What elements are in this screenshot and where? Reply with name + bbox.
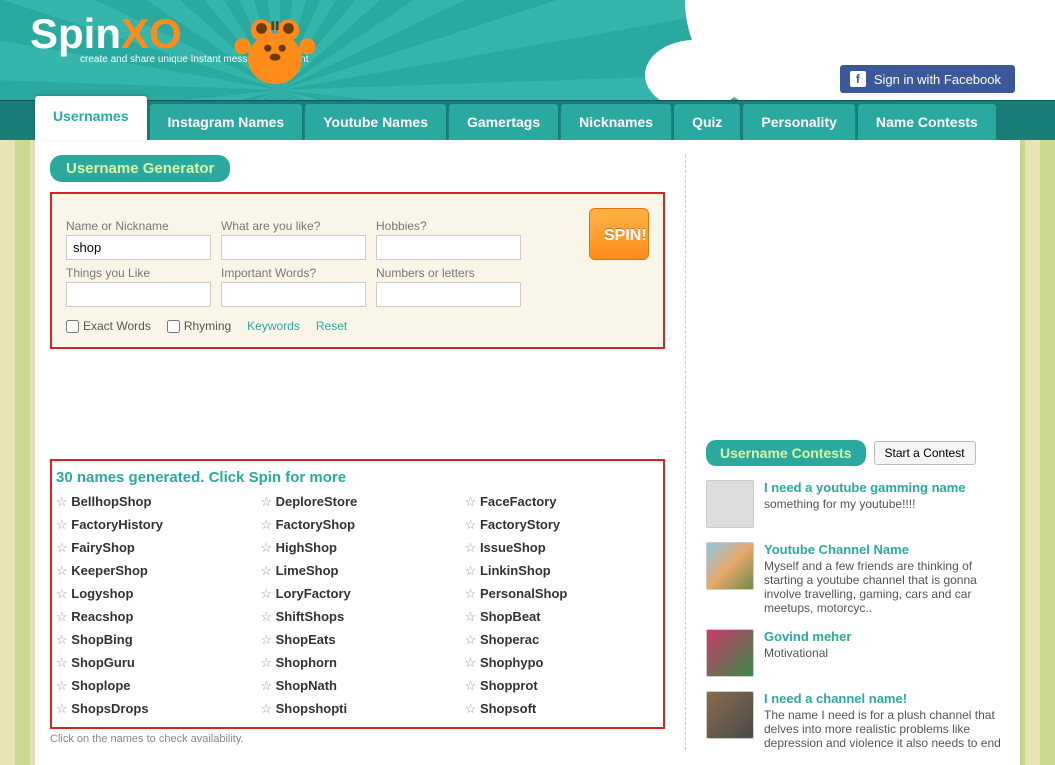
facebook-icon: f — [850, 71, 866, 87]
avatar — [706, 542, 754, 590]
generated-name[interactable]: FactoryShop — [260, 517, 454, 533]
tab-youtube[interactable]: Youtube Names — [305, 104, 446, 140]
things-label: Things you Like — [66, 266, 211, 280]
generated-name[interactable]: PersonalShop — [465, 586, 659, 602]
contest-item: I need a youtube gamming name something … — [706, 480, 1005, 528]
avatar — [706, 480, 754, 528]
generated-name[interactable]: ShopsDrops — [56, 701, 250, 717]
generated-name[interactable]: Shophorn — [260, 655, 454, 671]
generated-name[interactable]: ShopGuru — [56, 655, 250, 671]
panel-title: Username Generator — [50, 155, 230, 182]
like-label: What are you like? — [221, 219, 366, 233]
tab-instagram[interactable]: Instagram Names — [150, 104, 303, 140]
generated-name[interactable]: Shoperac — [465, 632, 659, 648]
contest-title-link[interactable]: I need a channel name! — [764, 691, 1005, 706]
tab-usernames[interactable]: Usernames — [35, 96, 147, 140]
words-input[interactable] — [221, 282, 366, 307]
tab-personality[interactable]: Personality — [743, 104, 854, 140]
generated-name[interactable]: Shopshopti — [260, 701, 454, 717]
tab-nicknames[interactable]: Nicknames — [561, 104, 671, 140]
mascot-icon — [230, 5, 320, 95]
contest-title-link[interactable]: I need a youtube gamming name — [764, 480, 1005, 495]
generated-name[interactable]: LinkinShop — [465, 563, 659, 579]
generated-name[interactable]: Shopprot — [465, 678, 659, 694]
generated-name[interactable]: FactoryStory — [465, 517, 659, 533]
contest-title-link[interactable]: Youtube Channel Name — [764, 542, 1005, 557]
generated-name[interactable]: Reacshop — [56, 609, 250, 625]
generated-name[interactable]: ShopBing — [56, 632, 250, 648]
generated-name[interactable]: LoryFactory — [260, 586, 454, 602]
numbers-input[interactable] — [376, 282, 521, 307]
exact-words-checkbox[interactable]: Exact Words — [66, 319, 151, 333]
contest-item: Govind meher Motivational — [706, 629, 1005, 677]
contest-item: I need a channel name! The name I need i… — [706, 691, 1005, 750]
avatar — [706, 691, 754, 739]
name-label: Name or Nickname — [66, 219, 211, 233]
hobbies-input[interactable] — [376, 235, 521, 260]
tab-gamertags[interactable]: Gamertags — [449, 104, 558, 140]
reset-link[interactable]: Reset — [316, 319, 347, 333]
contests-heading: Username Contests — [706, 440, 866, 466]
things-input[interactable] — [66, 282, 211, 307]
generated-name[interactable]: ShopBeat — [465, 609, 659, 625]
generated-name[interactable]: DeploreStore — [260, 494, 454, 510]
like-input[interactable] — [221, 235, 366, 260]
generated-name[interactable]: BellhopShop — [56, 494, 250, 510]
generated-name[interactable]: HighShop — [260, 540, 454, 556]
tab-contests[interactable]: Name Contests — [858, 104, 996, 140]
spin-button[interactable]: SPIN! — [589, 208, 649, 260]
generated-name[interactable]: Logyshop — [56, 586, 250, 602]
generated-name[interactable]: Shoplope — [56, 678, 250, 694]
logo-text-b: XO — [121, 10, 182, 57]
logo-text-a: Spin — [30, 10, 121, 57]
generator-form: Name or Nickname What are you like? Hobb… — [50, 192, 665, 349]
generated-name[interactable]: KeeperShop — [56, 563, 250, 579]
main-tabs: Usernames Instagram Names Youtube Names … — [0, 100, 1055, 140]
generated-name[interactable]: ShopEats — [260, 632, 454, 648]
rhyming-checkbox[interactable]: Rhyming — [167, 319, 231, 333]
contest-body: Myself and a few friends are thinking of… — [764, 559, 977, 615]
contest-body: something for my youtube!!!! — [764, 497, 915, 511]
words-label: Important Words? — [221, 266, 366, 280]
generated-name[interactable]: FairyShop — [56, 540, 250, 556]
generated-name[interactable]: FaceFactory — [465, 494, 659, 510]
contest-item: Youtube Channel Name Myself and a few fr… — [706, 542, 1005, 615]
generated-name[interactable]: Shophypo — [465, 655, 659, 671]
numbers-label: Numbers or letters — [376, 266, 521, 280]
generated-name[interactable]: IssueShop — [465, 540, 659, 556]
contest-body: Motivational — [764, 646, 828, 660]
name-input[interactable] — [66, 235, 211, 260]
contest-body: The name I need is for a plush channel t… — [764, 708, 1001, 750]
generated-name[interactable]: Shopsoft — [465, 701, 659, 717]
generated-name[interactable]: ShopNath — [260, 678, 454, 694]
contest-title-link[interactable]: Govind meher — [764, 629, 1005, 644]
generated-names-grid: BellhopShop DeploreStore FaceFactory Factor… — [50, 484, 665, 729]
facebook-signin-button[interactable]: f Sign in with Facebook — [840, 65, 1015, 93]
hobbies-label: Hobbies? — [376, 219, 521, 233]
avatar — [706, 629, 754, 677]
facebook-signin-label: Sign in with Facebook — [874, 72, 1001, 87]
generated-name[interactable]: ShiftShops — [260, 609, 454, 625]
keywords-link[interactable]: Keywords — [247, 319, 300, 333]
generated-name[interactable]: LimeShop — [260, 563, 454, 579]
start-contest-button[interactable]: Start a Contest — [874, 441, 976, 465]
tab-quiz[interactable]: Quiz — [674, 104, 740, 140]
availability-note: Click on the names to check availability… — [50, 733, 665, 745]
generated-name[interactable]: FactoryHistory — [56, 517, 250, 533]
